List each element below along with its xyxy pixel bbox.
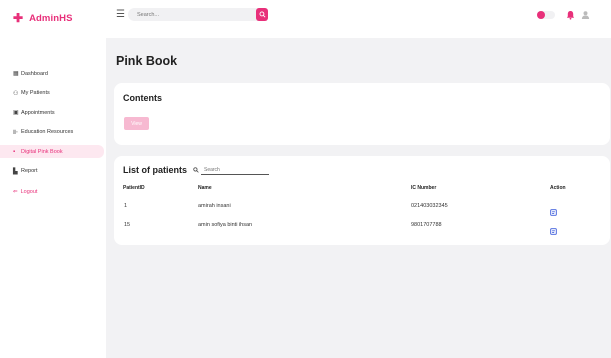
view-record-icon[interactable] — [550, 222, 557, 240]
user-avatar-icon[interactable] — [581, 7, 590, 25]
calendar-icon: ▣ — [13, 110, 19, 117]
sidebar-item-education-resources[interactable]: ⊪ Education Resources — [0, 126, 106, 139]
header-search — [128, 8, 268, 21]
sidebar-item-appointments[interactable]: ▣ Appointments — [0, 106, 106, 119]
menu-toggle-icon[interactable]: ☰ — [116, 10, 125, 20]
column-header-action: Action — [550, 185, 566, 191]
patient-id-cell: 1 — [124, 203, 128, 209]
patient-id-cell: 15 — [124, 222, 131, 228]
sidebar-item-my-patients[interactable]: ⚇ My Patients — [0, 87, 106, 100]
main-content: Pink Book Contents View List of patients… — [106, 38, 611, 358]
page-title: Pink Book — [116, 54, 178, 68]
sidebar-item-label: Digital Pink Book — [21, 148, 63, 155]
search-icon — [193, 167, 199, 173]
patients-list-title: List of patients — [123, 165, 188, 175]
patients-card: List of patients PatientID Name IC Numbe… — [114, 156, 610, 245]
patient-ic-cell: 9801707788 — [411, 222, 442, 228]
header-search-button[interactable] — [256, 8, 268, 21]
report-icon: ▙ — [13, 168, 18, 175]
notification-bell-icon[interactable] — [566, 7, 575, 25]
column-header-name: Name — [198, 185, 212, 191]
search-icon — [259, 11, 265, 18]
top-bar: ✚ AdminHS ☰ — [0, 0, 611, 38]
patients-search-input[interactable] — [201, 166, 269, 175]
column-header-ic-number: IC Number — [411, 185, 437, 191]
column-header-patient-id: PatientID — [123, 185, 145, 191]
brand-name: AdminHS — [29, 12, 73, 24]
sidebar-item-report[interactable]: ▙ Report — [0, 165, 106, 178]
sidebar-item-label: My Patients — [21, 90, 50, 97]
book-icon: ⊪ — [13, 129, 19, 136]
sidebar-item-dashboard[interactable]: ▦ Dashboard — [0, 67, 106, 80]
sidebar: ▦ Dashboard ⚇ My Patients ▣ Appointments… — [0, 38, 106, 358]
sidebar-item-label: Dashboard — [21, 70, 48, 77]
pink-book-icon: ▪ — [13, 148, 16, 155]
table-row: 1 amirah insani 021403032345 — [114, 203, 610, 216]
sidebar-item-digital-pink-book[interactable]: ▪ Digital Pink Book — [0, 145, 104, 159]
header-search-input[interactable] — [128, 8, 256, 21]
view-record-icon[interactable] — [550, 203, 557, 221]
patient-name-cell: amin sofiya binti ihsan — [198, 222, 253, 228]
theme-toggle[interactable] — [537, 11, 555, 19]
patient-ic-cell: 021403032345 — [411, 203, 448, 209]
patient-name-cell: amirah insani — [198, 203, 231, 209]
people-icon: ⚇ — [13, 90, 19, 97]
contents-title: Contents — [123, 93, 162, 103]
view-button[interactable]: View — [124, 117, 149, 130]
brand[interactable]: ✚ AdminHS — [13, 12, 73, 24]
sidebar-item-label: Appointments — [21, 109, 55, 116]
plus-logo-icon: ✚ — [13, 11, 24, 25]
grid-icon: ▦ — [13, 71, 19, 77]
logout-label: Logout — [20, 189, 38, 195]
logout-icon: ⇐ — [13, 189, 18, 195]
table-row: 15 amin sofiya binti ihsan 9801707788 — [114, 222, 610, 235]
sidebar-item-label: Education Resources — [21, 129, 74, 136]
toggle-knob — [537, 11, 545, 19]
logout-link[interactable]: ⇐ Logout — [13, 189, 37, 195]
sidebar-nav: ▦ Dashboard ⚇ My Patients ▣ Appointments… — [0, 67, 106, 185]
sidebar-item-label: Report — [21, 168, 38, 175]
contents-card: Contents View — [114, 83, 610, 145]
